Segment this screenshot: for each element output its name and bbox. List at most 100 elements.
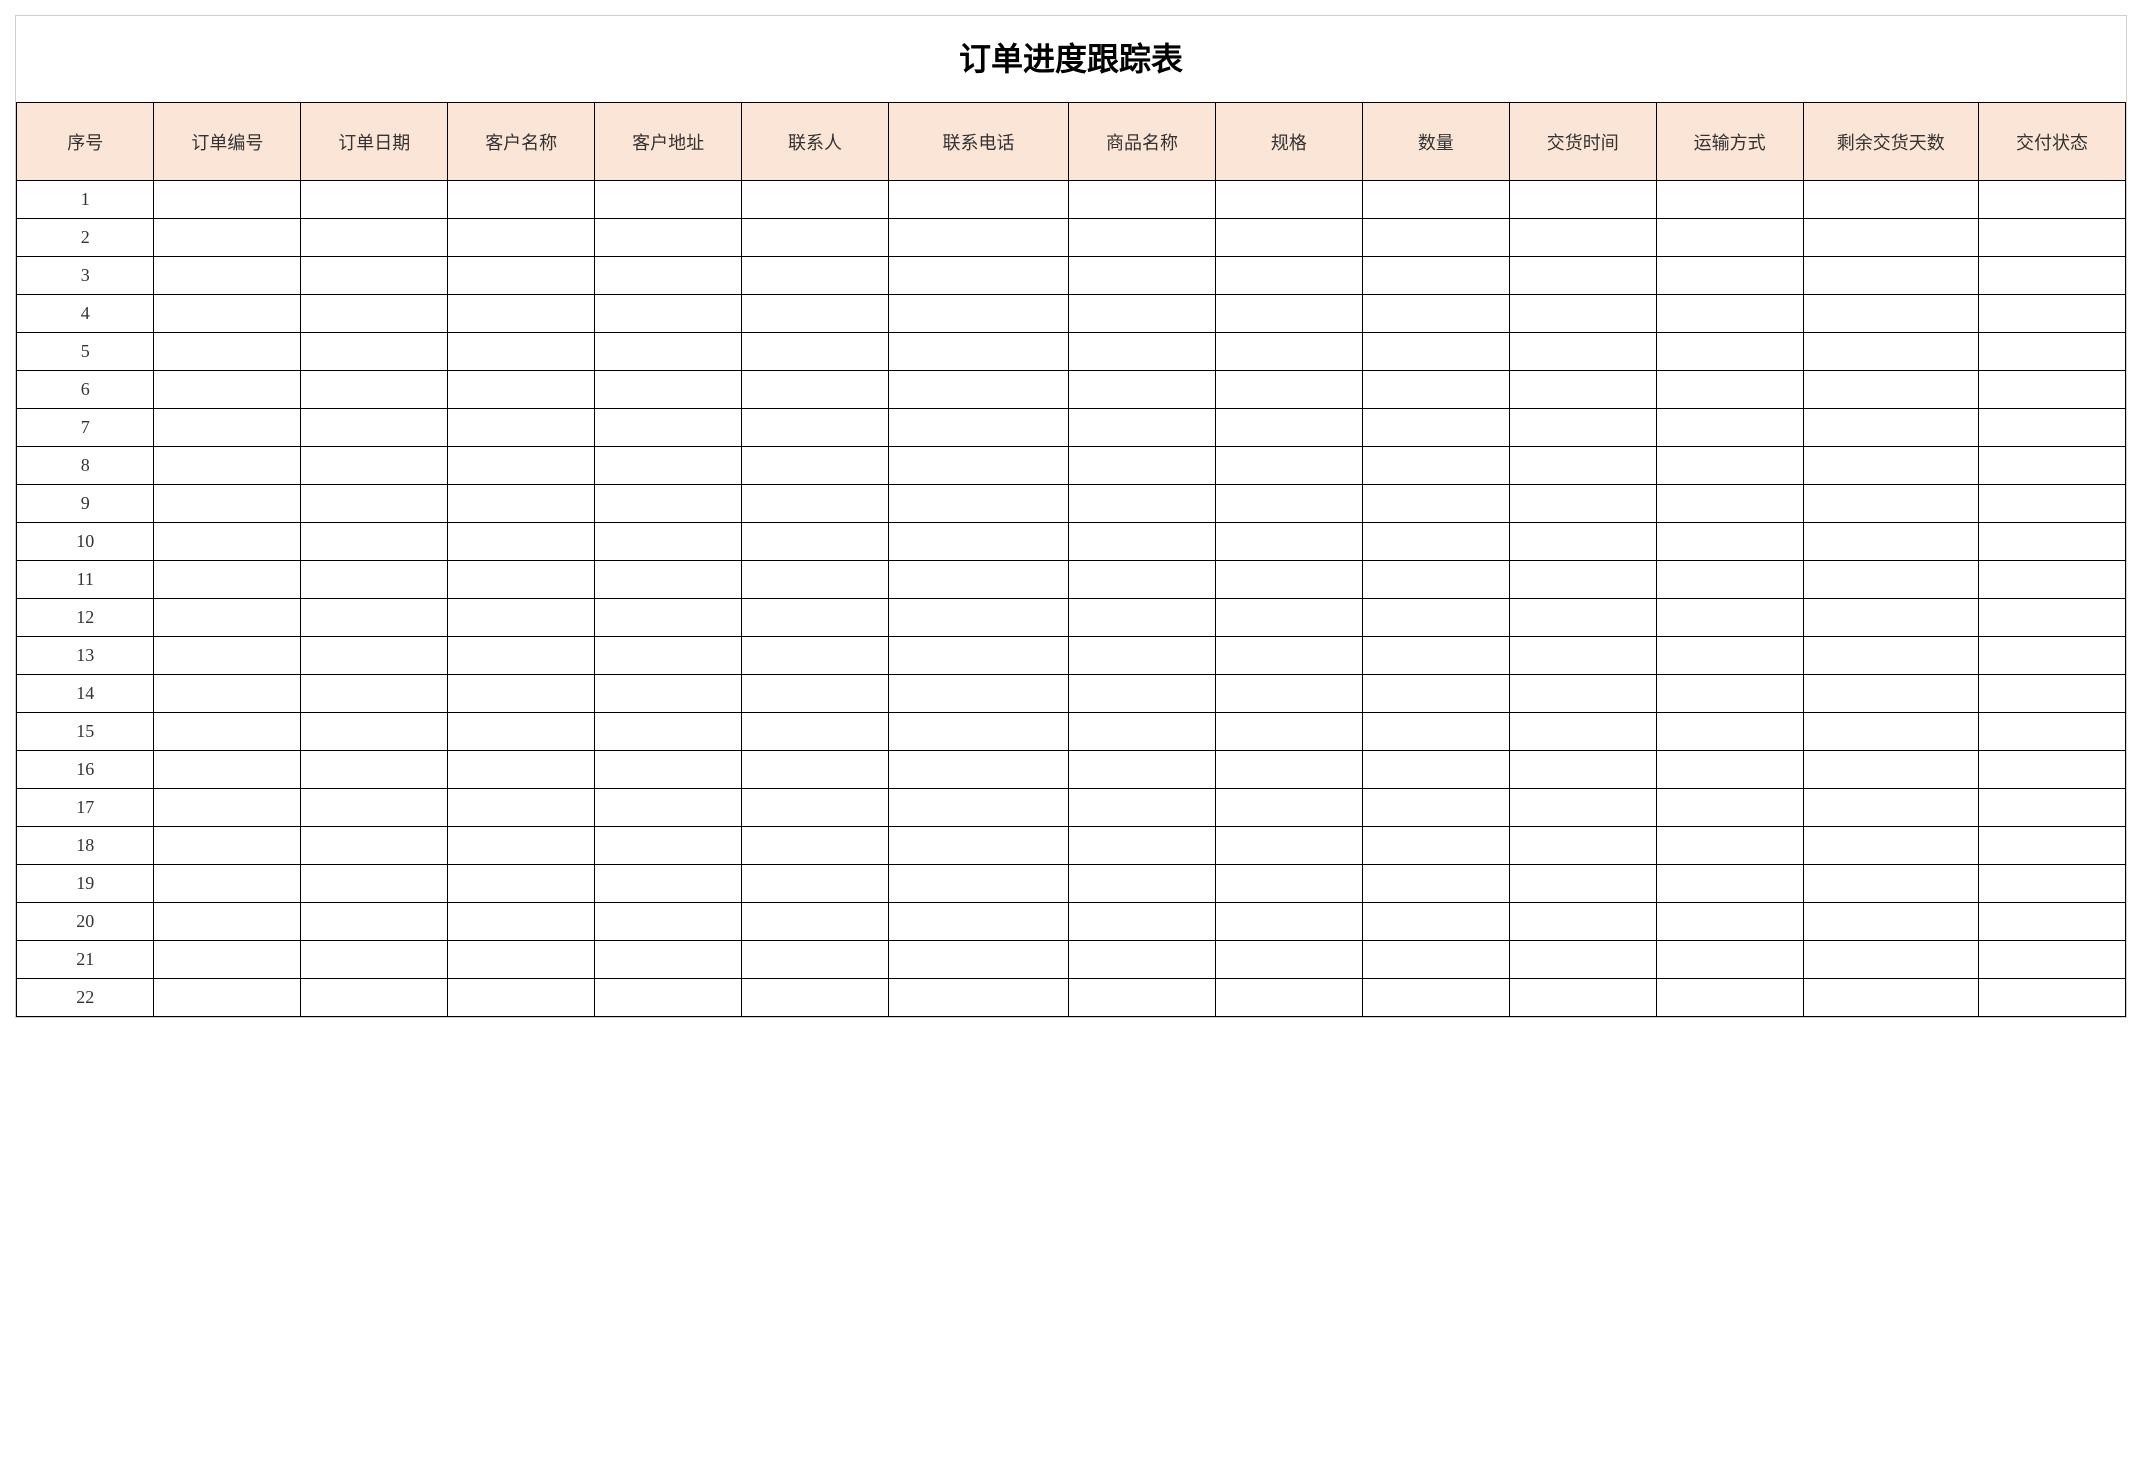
cell-ship_method[interactable]: [1656, 713, 1803, 751]
cell-days_left[interactable]: [1803, 865, 1978, 903]
cell-seq[interactable]: 7: [17, 409, 154, 447]
cell-product[interactable]: [1069, 219, 1216, 257]
cell-delivery_time[interactable]: [1509, 713, 1656, 751]
cell-contact[interactable]: [742, 637, 889, 675]
cell-phone[interactable]: [888, 181, 1068, 219]
cell-status[interactable]: [1978, 409, 2125, 447]
cell-customer[interactable]: [448, 257, 595, 295]
cell-qty[interactable]: [1362, 941, 1509, 979]
cell-seq[interactable]: 3: [17, 257, 154, 295]
cell-contact[interactable]: [742, 181, 889, 219]
cell-contact[interactable]: [742, 979, 889, 1017]
cell-phone[interactable]: [888, 561, 1068, 599]
cell-ship_method[interactable]: [1656, 675, 1803, 713]
cell-days_left[interactable]: [1803, 485, 1978, 523]
cell-address[interactable]: [595, 181, 742, 219]
cell-ship_method[interactable]: [1656, 637, 1803, 675]
cell-order_date[interactable]: [301, 485, 448, 523]
cell-seq[interactable]: 2: [17, 219, 154, 257]
cell-seq[interactable]: 9: [17, 485, 154, 523]
cell-product[interactable]: [1069, 675, 1216, 713]
cell-status[interactable]: [1978, 523, 2125, 561]
cell-order_date[interactable]: [301, 181, 448, 219]
cell-ship_method[interactable]: [1656, 751, 1803, 789]
cell-ship_method[interactable]: [1656, 485, 1803, 523]
cell-spec[interactable]: [1215, 561, 1362, 599]
cell-order_no[interactable]: [154, 865, 301, 903]
cell-order_no[interactable]: [154, 713, 301, 751]
cell-qty[interactable]: [1362, 409, 1509, 447]
cell-order_no[interactable]: [154, 599, 301, 637]
cell-status[interactable]: [1978, 979, 2125, 1017]
cell-status[interactable]: [1978, 295, 2125, 333]
cell-order_date[interactable]: [301, 257, 448, 295]
cell-order_no[interactable]: [154, 409, 301, 447]
cell-spec[interactable]: [1215, 637, 1362, 675]
cell-phone[interactable]: [888, 637, 1068, 675]
cell-order_date[interactable]: [301, 219, 448, 257]
cell-phone[interactable]: [888, 295, 1068, 333]
cell-status[interactable]: [1978, 447, 2125, 485]
cell-ship_method[interactable]: [1656, 941, 1803, 979]
cell-seq[interactable]: 6: [17, 371, 154, 409]
cell-ship_method[interactable]: [1656, 257, 1803, 295]
cell-customer[interactable]: [448, 979, 595, 1017]
cell-days_left[interactable]: [1803, 637, 1978, 675]
cell-status[interactable]: [1978, 219, 2125, 257]
cell-contact[interactable]: [742, 409, 889, 447]
cell-delivery_time[interactable]: [1509, 447, 1656, 485]
cell-order_no[interactable]: [154, 789, 301, 827]
cell-order_date[interactable]: [301, 409, 448, 447]
cell-order_date[interactable]: [301, 447, 448, 485]
cell-address[interactable]: [595, 333, 742, 371]
cell-product[interactable]: [1069, 485, 1216, 523]
cell-spec[interactable]: [1215, 713, 1362, 751]
cell-contact[interactable]: [742, 447, 889, 485]
cell-qty[interactable]: [1362, 789, 1509, 827]
cell-status[interactable]: [1978, 713, 2125, 751]
cell-phone[interactable]: [888, 979, 1068, 1017]
cell-order_no[interactable]: [154, 675, 301, 713]
cell-order_no[interactable]: [154, 903, 301, 941]
cell-order_date[interactable]: [301, 751, 448, 789]
cell-address[interactable]: [595, 637, 742, 675]
cell-days_left[interactable]: [1803, 333, 1978, 371]
cell-customer[interactable]: [448, 941, 595, 979]
cell-spec[interactable]: [1215, 219, 1362, 257]
cell-address[interactable]: [595, 371, 742, 409]
cell-qty[interactable]: [1362, 485, 1509, 523]
cell-days_left[interactable]: [1803, 523, 1978, 561]
cell-phone[interactable]: [888, 675, 1068, 713]
cell-order_date[interactable]: [301, 295, 448, 333]
cell-delivery_time[interactable]: [1509, 865, 1656, 903]
cell-status[interactable]: [1978, 751, 2125, 789]
cell-phone[interactable]: [888, 257, 1068, 295]
cell-order_no[interactable]: [154, 333, 301, 371]
cell-customer[interactable]: [448, 751, 595, 789]
cell-delivery_time[interactable]: [1509, 751, 1656, 789]
cell-days_left[interactable]: [1803, 903, 1978, 941]
cell-days_left[interactable]: [1803, 447, 1978, 485]
cell-seq[interactable]: 21: [17, 941, 154, 979]
cell-order_no[interactable]: [154, 485, 301, 523]
cell-address[interactable]: [595, 865, 742, 903]
cell-order_date[interactable]: [301, 789, 448, 827]
cell-ship_method[interactable]: [1656, 181, 1803, 219]
cell-ship_method[interactable]: [1656, 599, 1803, 637]
cell-status[interactable]: [1978, 865, 2125, 903]
cell-seq[interactable]: 22: [17, 979, 154, 1017]
cell-seq[interactable]: 16: [17, 751, 154, 789]
cell-order_no[interactable]: [154, 827, 301, 865]
cell-order_no[interactable]: [154, 751, 301, 789]
cell-status[interactable]: [1978, 675, 2125, 713]
cell-address[interactable]: [595, 409, 742, 447]
cell-contact[interactable]: [742, 371, 889, 409]
cell-product[interactable]: [1069, 789, 1216, 827]
cell-ship_method[interactable]: [1656, 865, 1803, 903]
cell-spec[interactable]: [1215, 485, 1362, 523]
cell-status[interactable]: [1978, 371, 2125, 409]
cell-product[interactable]: [1069, 599, 1216, 637]
cell-address[interactable]: [595, 941, 742, 979]
cell-ship_method[interactable]: [1656, 523, 1803, 561]
cell-order_date[interactable]: [301, 523, 448, 561]
